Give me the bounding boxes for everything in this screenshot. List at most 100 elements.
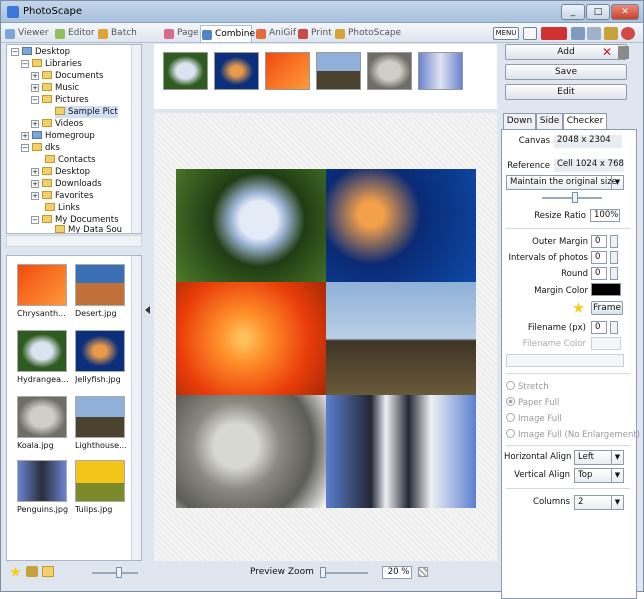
resize-ratio-field[interactable]: 100% xyxy=(590,209,620,222)
columns-select[interactable]: 2 ▼ xyxy=(574,495,624,510)
ratio-slider[interactable] xyxy=(572,192,578,203)
thumbnail-item[interactable]: Chrysanth... xyxy=(17,264,69,318)
tool-icon[interactable] xyxy=(571,27,585,40)
thumbnail-item[interactable]: Koala.jpg xyxy=(17,396,69,450)
thumbnail-label: Koala.jpg xyxy=(17,441,54,450)
paper-full-radio[interactable]: Paper Full xyxy=(506,397,559,408)
thumbnail-image xyxy=(75,396,125,438)
strip-photo[interactable] xyxy=(163,52,208,90)
tab-combine[interactable]: Combine xyxy=(200,25,255,42)
tree-item[interactable]: + Downloads xyxy=(31,178,102,190)
tree-item[interactable]: + Music xyxy=(31,82,79,94)
trash-icon[interactable] xyxy=(618,46,629,59)
checker-settings: Canvas 2048 x 2304 Reference Cell 1024 x… xyxy=(501,129,640,599)
viewer-icon xyxy=(5,29,15,39)
zoom-slider[interactable] xyxy=(320,567,326,578)
outer-margin-field[interactable]: 0 xyxy=(591,235,607,248)
outer-margin-stepper[interactable] xyxy=(610,235,618,248)
menu-button[interactable]: MENU xyxy=(493,27,519,40)
tree-item-selected[interactable]: Sample Pict xyxy=(55,106,118,118)
round-field[interactable]: 0 xyxy=(591,267,607,280)
filename-size-stepper[interactable] xyxy=(610,321,618,334)
strip-photo[interactable] xyxy=(265,52,310,90)
filename-size-field[interactable]: 0 xyxy=(591,321,607,334)
window-icon[interactable] xyxy=(523,27,537,40)
tab-photoscape[interactable]: PhotoScape xyxy=(334,25,401,42)
zoom-track xyxy=(320,572,368,574)
tree-item[interactable]: − Libraries xyxy=(21,58,82,70)
collapse-arrow-icon[interactable] xyxy=(145,306,150,314)
tab-anigif[interactable]: AniGif xyxy=(255,25,296,42)
edit-button[interactable]: Edit xyxy=(505,84,627,100)
collage-photo-jellyfish xyxy=(326,169,476,282)
strip-photo[interactable] xyxy=(418,52,463,90)
thumbnail-item[interactable]: Hydrangea... xyxy=(17,330,69,384)
fit-icon[interactable] xyxy=(418,567,428,577)
round-stepper[interactable] xyxy=(610,267,618,280)
refresh-icon[interactable] xyxy=(26,566,38,577)
language-icon[interactable] xyxy=(541,27,567,40)
filename-text-field[interactable] xyxy=(506,354,624,367)
save-button[interactable]: Save xyxy=(505,64,627,80)
panel-splitter[interactable] xyxy=(142,44,154,564)
wrench-icon[interactable] xyxy=(604,27,618,40)
tree-item[interactable]: − Pictures xyxy=(31,94,89,106)
tab-down[interactable]: Down xyxy=(503,113,536,129)
strip-photo[interactable] xyxy=(214,52,259,90)
filename-color-swatch[interactable] xyxy=(591,337,621,350)
thumbnail-size-slider[interactable] xyxy=(116,567,122,578)
minimize-button[interactable]: _ xyxy=(561,4,585,20)
zoom-value[interactable]: 20 % xyxy=(382,566,412,579)
tree-item[interactable]: + Desktop xyxy=(31,166,90,178)
tree-item[interactable]: Contacts xyxy=(45,154,96,166)
reference-label: Reference xyxy=(507,161,550,171)
tab-page[interactable]: Page xyxy=(163,25,199,42)
help-icon[interactable] xyxy=(621,27,635,40)
tree-item[interactable]: + Videos xyxy=(31,118,83,130)
thumbnail-item[interactable]: Jellyfish.jpg xyxy=(75,330,127,384)
tab-side[interactable]: Side xyxy=(536,113,563,129)
tree-item[interactable]: My Data Sou xyxy=(55,224,122,233)
star-icon[interactable] xyxy=(573,302,584,313)
vertical-align-select[interactable]: Top ▼ xyxy=(574,468,624,483)
tree-item[interactable]: − Desktop xyxy=(11,46,70,58)
tree-item[interactable]: Links xyxy=(45,202,80,214)
size-mode-select[interactable]: Maintain the original size ▼ xyxy=(506,175,624,190)
stretch-radio[interactable]: Stretch xyxy=(506,381,549,392)
frame-button[interactable]: Frame xyxy=(591,301,623,315)
tab-print[interactable]: Print xyxy=(297,25,332,42)
tree-horizontal-scrollbar[interactable] xyxy=(6,235,142,247)
editor-icon xyxy=(55,29,65,39)
thumbnail-item[interactable]: Lighthouse... xyxy=(75,396,127,450)
close-button[interactable]: ✕ xyxy=(611,4,639,20)
image-full-radio[interactable]: Image Full xyxy=(506,413,562,424)
intervals-stepper[interactable] xyxy=(610,251,618,264)
strip-photo[interactable] xyxy=(316,52,361,90)
horizontal-align-select[interactable]: Left ▼ xyxy=(574,450,624,465)
tree-item[interactable]: + Favorites xyxy=(31,190,93,202)
strip-photo[interactable] xyxy=(367,52,412,90)
columns-value: 2 xyxy=(578,497,584,507)
tree-item[interactable]: + Documents xyxy=(31,70,103,82)
star-icon[interactable] xyxy=(10,566,21,577)
thumbnail-item[interactable]: Desert.jpg xyxy=(75,264,127,318)
tab-checker[interactable]: Checker xyxy=(563,113,607,129)
intervals-field[interactable]: 0 xyxy=(591,251,607,264)
tree-item[interactable]: − dks xyxy=(21,142,60,154)
thumbnail-label: Penguins.jpg xyxy=(17,505,69,514)
tab-editor[interactable]: Editor xyxy=(54,25,96,42)
thumbnail-item[interactable]: Penguins.jpg xyxy=(17,460,69,514)
tab-viewer[interactable]: Viewer xyxy=(4,25,50,42)
tree-vertical-scrollbar[interactable] xyxy=(131,45,141,233)
tree-item[interactable]: + Homegroup xyxy=(21,130,95,142)
maximize-button[interactable]: □ xyxy=(586,4,610,20)
thumbnail-scrollbar[interactable] xyxy=(131,256,141,560)
page-icon xyxy=(164,29,174,39)
thumbnail-item[interactable]: Tulips.jpg xyxy=(75,460,127,514)
tab-batch-editor[interactable]: Batch Editor xyxy=(97,25,161,55)
copy-icon[interactable] xyxy=(587,27,601,40)
folder-icon[interactable] xyxy=(42,566,54,577)
remove-icon[interactable]: ✕ xyxy=(602,45,612,59)
margin-color-swatch[interactable] xyxy=(591,283,621,296)
image-full-no-enlargement-radio[interactable]: Image Full (No Enlargement) xyxy=(506,429,640,440)
